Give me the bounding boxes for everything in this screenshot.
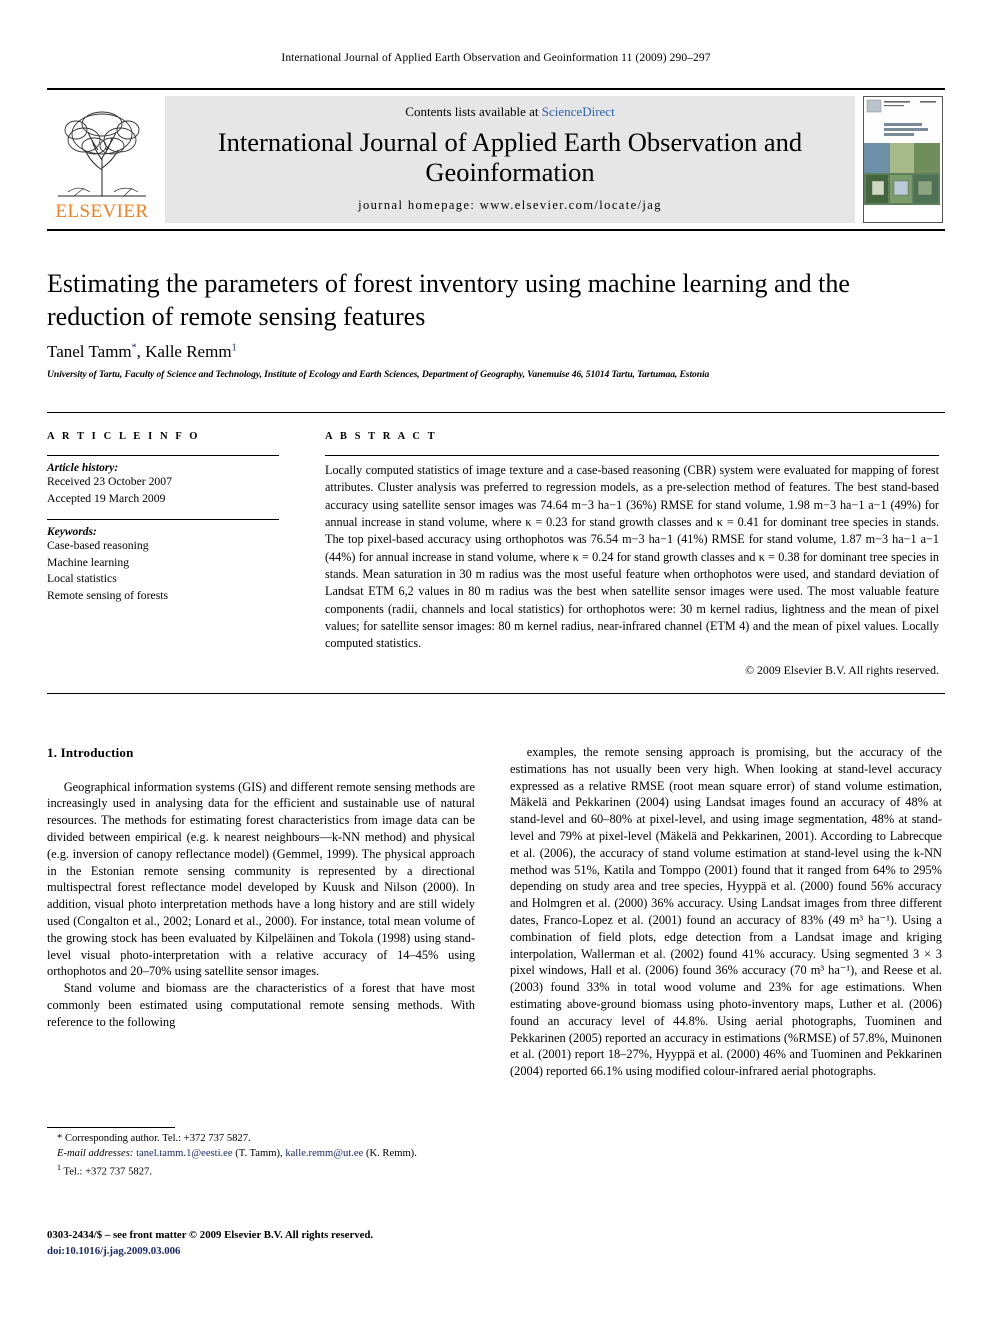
article-history-block: Article history: Received 23 October 200… (47, 462, 279, 507)
email-owner-1: (T. Tamm), (232, 1147, 286, 1159)
imprint-block: 0303-2434/$ – see front matter © 2009 El… (47, 1228, 487, 1259)
email-owner-2: (K. Remm). (363, 1147, 417, 1159)
paragraph: Geographical information systems (GIS) a… (47, 779, 475, 979)
imprint-front-matter: 0303-2434/$ – see front matter © 2009 El… (47, 1229, 374, 1241)
article-history-accepted: Accepted 19 March 2009 (47, 491, 166, 505)
keyword-item: Local statistics (47, 572, 117, 586)
elsevier-logo: ELSEVIER (47, 96, 157, 223)
email-addresses-label: E-mail addresses: (57, 1147, 134, 1159)
author-affiliation: University of Tartu, Faculty of Science … (47, 369, 710, 380)
keywords-label: Keywords: (47, 526, 97, 539)
abstract-copyright: © 2009 Elsevier B.V. All rights reserved… (745, 662, 939, 677)
email-link-2[interactable]: kalle.remm@ut.ee (285, 1148, 363, 1159)
elsevier-tree-icon (54, 108, 150, 201)
contents-prefix: Contents lists available at (405, 104, 542, 119)
paragraph: examples, the remote sensing approach is… (510, 745, 942, 1079)
paragraph: Stand volume and biomass are the charact… (47, 981, 475, 1029)
contents-available-line: Contents lists available at ScienceDirec… (405, 104, 614, 120)
sciencedirect-link[interactable]: ScienceDirect (542, 104, 615, 119)
keyword-item: Case-based reasoning (47, 539, 149, 553)
author-footnote-marker: 1 (231, 342, 237, 354)
divider (47, 519, 279, 521)
footnote-rule (47, 1127, 175, 1128)
elsevier-wordmark: ELSEVIER (55, 201, 149, 223)
cover-artwork (864, 97, 940, 205)
author-list: Tanel Tamm*, Kalle Remm1 (47, 342, 237, 362)
email-link-1[interactable]: tanel.tamm.1@eesti.ee (136, 1148, 233, 1159)
paper-page: International Journal of Applied Earth O… (0, 0, 992, 1323)
journal-masthead: ELSEVIER Contents lists available at Sci… (47, 88, 945, 232)
keyword-item: Machine learning (47, 555, 130, 569)
author-name-2: , Kalle Remm (136, 342, 232, 361)
keywords-block: Keywords: Case-based reasoning Machine l… (47, 526, 279, 604)
footnotes-block: * Corresponding author. Tel.: +372 737 5… (47, 1127, 475, 1180)
article-title: Estimating the parameters of forest inve… (47, 269, 850, 331)
divider (47, 455, 279, 456)
journal-title: International Journal of Applied Earth O… (217, 127, 803, 187)
footnote-telephone: 1 Tel.: +372 737 5827. (47, 1162, 475, 1180)
masthead-center: Contents lists available at ScienceDirec… (165, 96, 855, 224)
body-column-left: 1. Introduction Geographical information… (47, 744, 475, 1031)
section-heading-introduction: 1. Introduction (47, 745, 134, 760)
author-name-1: Tanel Tamm (47, 342, 132, 361)
footnote-emails: E-mail addresses: tanel.tamm.1@eesti.ee … (47, 1147, 475, 1162)
divider (325, 455, 939, 456)
article-info-column: A R T I C L E I N F O Article history: R… (47, 431, 279, 617)
article-history-received: Received 23 October 2007 (47, 475, 172, 488)
article-history-label: Article history: (47, 462, 119, 474)
footnote-corresponding-author: * Corresponding author. Tel.: +372 737 5… (57, 1133, 251, 1144)
journal-homepage-link[interactable]: journal homepage: www.elsevier.com/locat… (358, 198, 662, 213)
abstract-column: A B S T R A C T Locally computed statist… (325, 431, 939, 678)
footnote-telephone-text: Tel.: +372 737 5827. (61, 1166, 152, 1178)
abstract-text: Locally computed statistics of image tex… (325, 463, 939, 651)
running-head: International Journal of Applied Earth O… (281, 52, 711, 64)
journal-cover-thumbnail (863, 96, 943, 224)
keyword-item: Remote sensing of forests (47, 589, 169, 603)
abstract-heading: A B S T R A C T (325, 431, 438, 442)
doi-link[interactable]: doi:10.1016/j.jag.2009.03.006 (47, 1244, 487, 1260)
body-column-right: examples, the remote sensing approach is… (510, 744, 942, 1080)
article-info-heading: A R T I C L E I N F O (47, 431, 201, 442)
